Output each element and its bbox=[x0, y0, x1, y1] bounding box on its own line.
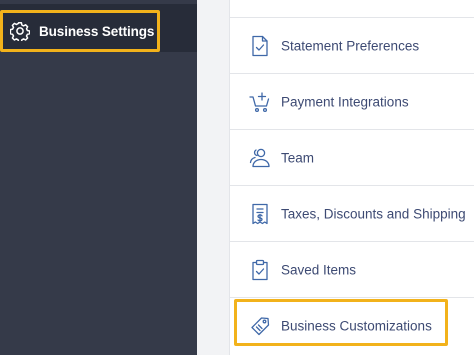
menu-item-label: Team bbox=[281, 150, 315, 166]
menu-item-statement-preferences[interactable]: Statement Preferences bbox=[230, 18, 474, 74]
receipt-icon bbox=[249, 203, 271, 225]
sidebar-item-label: Business Settings bbox=[39, 23, 155, 39]
gear-icon bbox=[9, 20, 31, 42]
clipboard-check-icon bbox=[249, 259, 271, 281]
team-icon bbox=[249, 147, 271, 169]
content-gutter bbox=[197, 0, 229, 355]
menu-item-label: Saved Items bbox=[281, 262, 357, 278]
menu-item-business-customizations[interactable]: Business Customizations bbox=[230, 298, 474, 354]
menu-item-payment-integrations[interactable]: Payment Integrations bbox=[230, 74, 474, 130]
menu-item-saved-items[interactable]: Saved Items bbox=[230, 242, 474, 298]
menu-item-taxes-discounts-shipping[interactable]: Taxes, Discounts and Shipping bbox=[230, 186, 474, 242]
sidebar-item-business-settings[interactable]: Business Settings bbox=[0, 4, 197, 52]
menu-item-label: Business Customizations bbox=[281, 318, 432, 334]
menu-item-team[interactable]: Team bbox=[230, 130, 474, 186]
cart-plus-icon bbox=[249, 91, 271, 113]
tag-icon bbox=[249, 315, 271, 337]
menu-item-label: Payment Integrations bbox=[281, 94, 409, 110]
sidebar: Business Settings bbox=[0, 0, 197, 355]
menu-item-label: Statement Preferences bbox=[281, 38, 420, 54]
sidebar-item-highlight: Business Settings bbox=[0, 10, 160, 52]
menu-item-label: Taxes, Discounts and Shipping bbox=[281, 206, 466, 222]
document-check-icon bbox=[249, 35, 271, 57]
